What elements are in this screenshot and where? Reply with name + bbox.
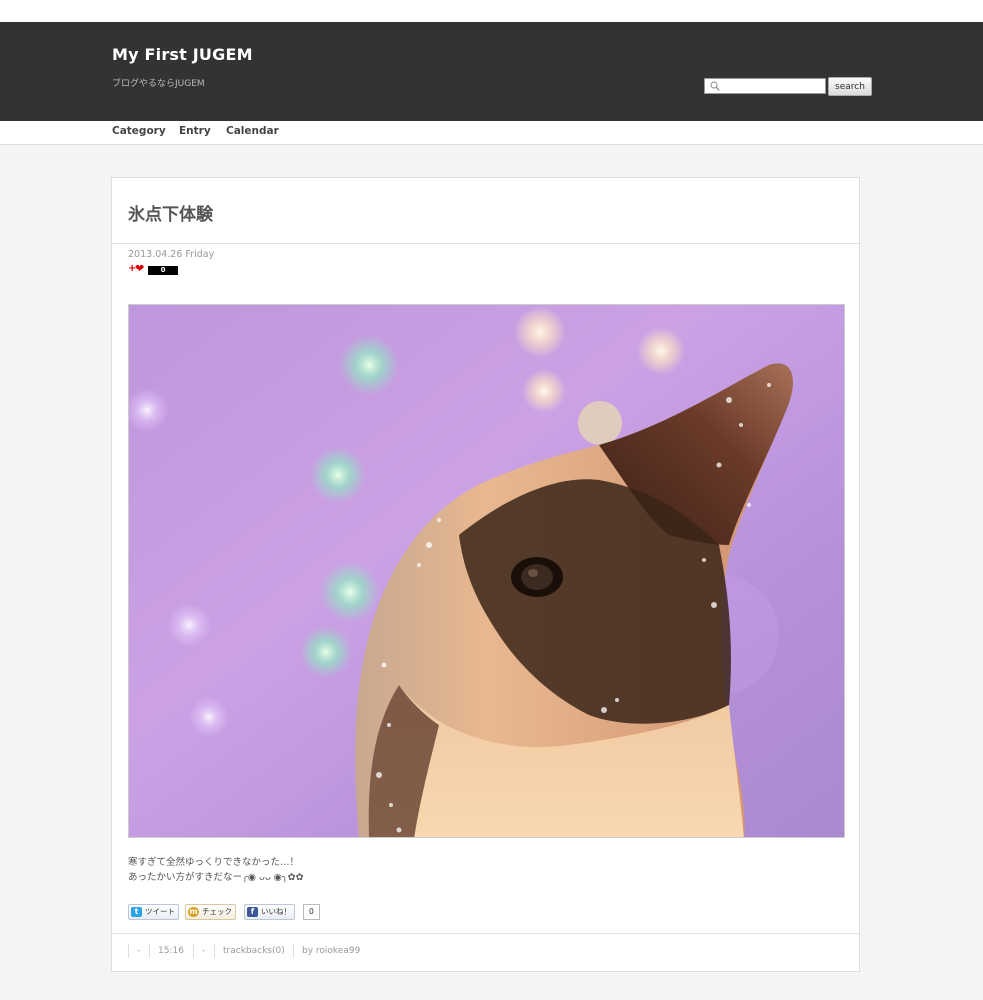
entry-body: 寒すぎて全然ゆっくりできなかった…！ あったかい方がすきだなー╭◉ ᴗᴗ ◉╮✿… [128,855,304,885]
penguin-photo [129,305,844,837]
heart-icon[interactable]: ❤ [135,262,144,275]
title-divider [112,243,859,244]
footer-author: by roiokea99 [293,944,360,958]
entry-photo[interactable] [128,304,845,838]
nav-item-entry[interactable]: Entry [179,125,211,137]
tweet-label: ツイート [145,907,175,916]
tweet-button[interactable]: t ツイート [128,904,179,920]
search-icon [710,81,720,91]
entry-date: 2013.04.26 Friday [128,249,215,260]
footer-time[interactable]: 15:16 [149,944,184,958]
facebook-icon: f [247,907,258,917]
search-input[interactable] [721,79,823,93]
entry-title[interactable]: 氷点下体験 [128,200,213,225]
footer-divider [112,933,859,934]
nav-item-category[interactable]: Category [112,125,166,137]
nav-bar: Category Entry Calendar [0,121,983,145]
entry-card: 氷点下体験 2013.04.26 Friday + ❤ 0 寒すぎて全然ゆっくり… [111,177,860,972]
vote-count: 0 [148,266,178,275]
body-line: あったかい方がすきだなー╭◉ ᴗᴗ ◉╮✿✿ [128,872,304,883]
top-strip [0,0,983,22]
site-title[interactable]: My First JUGEM [112,45,253,64]
footer-comments[interactable]: - [193,944,205,958]
search-button[interactable]: search [828,77,872,96]
site-description: ブログやるならJUGEM [112,79,205,89]
nav-item-calendar[interactable]: Calendar [226,125,279,137]
mixi-check-button[interactable]: m チェック [185,904,236,920]
mixi-icon: m [188,907,199,917]
like-count: 0 [303,904,320,920]
site-header: My First JUGEM ブログやるならJUGEM search [0,22,983,121]
twitter-icon: t [131,907,142,917]
footer-category[interactable]: - [128,944,140,958]
facebook-like-button[interactable]: f いいね！ [244,904,295,920]
check-label: チェック [202,907,232,916]
body-line: 寒すぎて全然ゆっくりできなかった…！ [128,857,300,868]
search-field[interactable] [704,78,826,94]
footer-trackbacks[interactable]: trackbacks(0) [214,944,285,958]
like-label: いいね！ [261,907,291,916]
